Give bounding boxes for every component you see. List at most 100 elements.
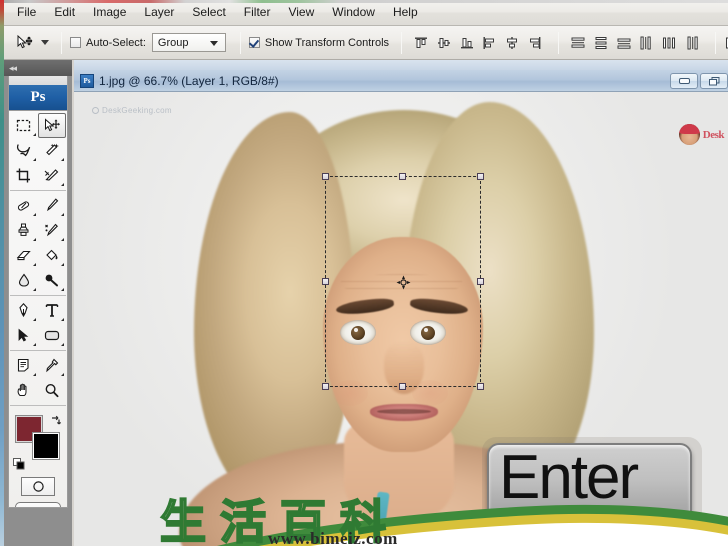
- distribute-bottom-edges-button[interactable]: [613, 32, 635, 54]
- image-watermark-text: DeskGeeking.com: [102, 106, 172, 115]
- background-color-swatch[interactable]: [32, 432, 60, 460]
- align-bottom-edges-button[interactable]: [456, 32, 478, 54]
- align-top-edges-button[interactable]: [410, 32, 432, 54]
- menu-select[interactable]: Select: [183, 3, 234, 22]
- flyout-triangle-icon[interactable]: [33, 238, 36, 241]
- auto-select-label: Auto-Select:: [86, 36, 146, 49]
- toolbox-drag-strip[interactable]: [9, 76, 67, 85]
- flyout-triangle-icon[interactable]: [33, 318, 36, 321]
- transform-handle-top-left[interactable]: [322, 173, 329, 180]
- distribute-horizontal-group: [635, 32, 703, 54]
- magic-wand-tool[interactable]: [38, 138, 66, 163]
- flyout-triangle-icon[interactable]: [61, 343, 64, 346]
- transform-handle-bottom-right[interactable]: [477, 383, 484, 390]
- history-brush-tool[interactable]: [38, 218, 66, 243]
- menu-window[interactable]: Window: [323, 3, 384, 22]
- transform-handle-top-right[interactable]: [477, 173, 484, 180]
- quick-mask-mode-button[interactable]: [9, 474, 67, 498]
- rectangular-marquee-tool[interactable]: [10, 113, 38, 138]
- document-title-bar[interactable]: Ps 1.jpg @ 66.7% (Layer 1, RGB/8#): [74, 70, 728, 92]
- document-window-top-edge: [74, 60, 728, 70]
- auto-select-checkbox[interactable]: [70, 37, 81, 48]
- distribute-left-edges-button[interactable]: [635, 32, 657, 54]
- auto-select-dropdown[interactable]: Group: [151, 33, 226, 52]
- flyout-triangle-icon[interactable]: [61, 183, 64, 186]
- menu-layer[interactable]: Layer: [135, 3, 183, 22]
- active-tool-preset-picker[interactable]: [0, 30, 53, 56]
- spot-healing-brush-tool[interactable]: [10, 193, 38, 218]
- distribute-top-edges-button[interactable]: [567, 32, 589, 54]
- flyout-triangle-icon[interactable]: [33, 373, 36, 376]
- flyout-triangle-icon[interactable]: [61, 373, 64, 376]
- minimize-button[interactable]: [670, 73, 698, 89]
- avatar-icon: [678, 124, 700, 145]
- transform-reference-point-icon[interactable]: [396, 275, 411, 290]
- default-colors-icon[interactable]: [13, 458, 26, 471]
- minimize-icon: [678, 78, 690, 84]
- options-separator-2: [239, 31, 241, 54]
- brush-tool[interactable]: [38, 193, 66, 218]
- flyout-triangle-icon[interactable]: [33, 213, 36, 216]
- auto-select-chevron-down-icon[interactable]: [209, 41, 218, 46]
- transform-handle-middle-right[interactable]: [477, 277, 484, 285]
- flyout-triangle-icon[interactable]: [33, 158, 36, 161]
- horizontal-type-tool[interactable]: [38, 298, 66, 323]
- slice-tool[interactable]: [38, 163, 66, 188]
- show-transform-controls-checkbox[interactable]: [248, 37, 260, 48]
- auto-align-layers-button[interactable]: [724, 32, 728, 54]
- flyout-triangle-icon[interactable]: [33, 343, 36, 346]
- flyout-triangle-icon[interactable]: [61, 288, 64, 291]
- pen-tool[interactable]: [10, 298, 38, 323]
- notes-tool[interactable]: [10, 353, 38, 378]
- eyedropper-tool[interactable]: [38, 353, 66, 378]
- zoom-tool[interactable]: [38, 378, 66, 403]
- flyout-triangle-icon[interactable]: [61, 238, 64, 241]
- options-separator-3: [401, 31, 403, 54]
- crop-tool[interactable]: [10, 163, 38, 188]
- paint-bucket-tool[interactable]: [38, 243, 66, 268]
- tool-preset-chevron-down-icon[interactable]: [41, 40, 49, 45]
- distribute-vertical-centers-button[interactable]: [590, 32, 612, 54]
- move-tool[interactable]: [38, 113, 66, 138]
- toolbox-collapse-bar[interactable]: ◂◂: [4, 60, 72, 76]
- align-left-edges-button[interactable]: [478, 32, 500, 54]
- flyout-triangle-icon[interactable]: [61, 213, 64, 216]
- align-horizontal-centers-button[interactable]: [501, 32, 523, 54]
- path-selection-tool[interactable]: [10, 323, 38, 348]
- lasso-tool[interactable]: [10, 138, 38, 163]
- screen-mode-button[interactable]: [9, 498, 67, 507]
- photo-mouth: [370, 404, 438, 421]
- rectangle-shape-tool[interactable]: [38, 323, 66, 348]
- menu-file[interactable]: File: [8, 3, 45, 22]
- dodge-tool[interactable]: [38, 268, 66, 293]
- transform-bounding-box[interactable]: [322, 173, 484, 390]
- collapse-double-chevron-icon[interactable]: ◂◂: [9, 63, 17, 74]
- menu-edit[interactable]: Edit: [45, 3, 84, 22]
- menu-help[interactable]: Help: [384, 3, 427, 22]
- transform-handle-middle-left[interactable]: [322, 277, 329, 285]
- align-vertical-centers-button[interactable]: [433, 32, 455, 54]
- flyout-triangle-icon[interactable]: [61, 318, 64, 321]
- distribute-right-edges-button[interactable]: [681, 32, 703, 54]
- transform-handle-top-center[interactable]: [399, 173, 406, 180]
- restore-button[interactable]: [700, 73, 728, 89]
- align-right-edges-button[interactable]: [524, 32, 546, 54]
- transform-handle-bottom-left[interactable]: [322, 383, 329, 390]
- eraser-tool[interactable]: [10, 243, 38, 268]
- clone-stamp-tool[interactable]: [10, 218, 38, 243]
- quick-mask-icon: [21, 476, 55, 496]
- flyout-triangle-icon[interactable]: [33, 288, 36, 291]
- swap-colors-icon[interactable]: [49, 414, 62, 427]
- flyout-triangle-icon[interactable]: [61, 263, 64, 266]
- flyout-triangle-icon[interactable]: [33, 133, 36, 136]
- hand-tool[interactable]: [10, 378, 38, 403]
- menu-filter[interactable]: Filter: [235, 3, 280, 22]
- distribute-horizontal-centers-button[interactable]: [658, 32, 680, 54]
- flyout-triangle-icon[interactable]: [61, 158, 64, 161]
- blur-tool[interactable]: [10, 268, 38, 293]
- transform-handle-bottom-center[interactable]: [399, 383, 406, 390]
- flyout-triangle-icon[interactable]: [33, 263, 36, 266]
- menu-view[interactable]: View: [279, 3, 323, 22]
- photoshop-document-icon: Ps: [80, 73, 94, 88]
- menu-image[interactable]: Image: [84, 3, 135, 22]
